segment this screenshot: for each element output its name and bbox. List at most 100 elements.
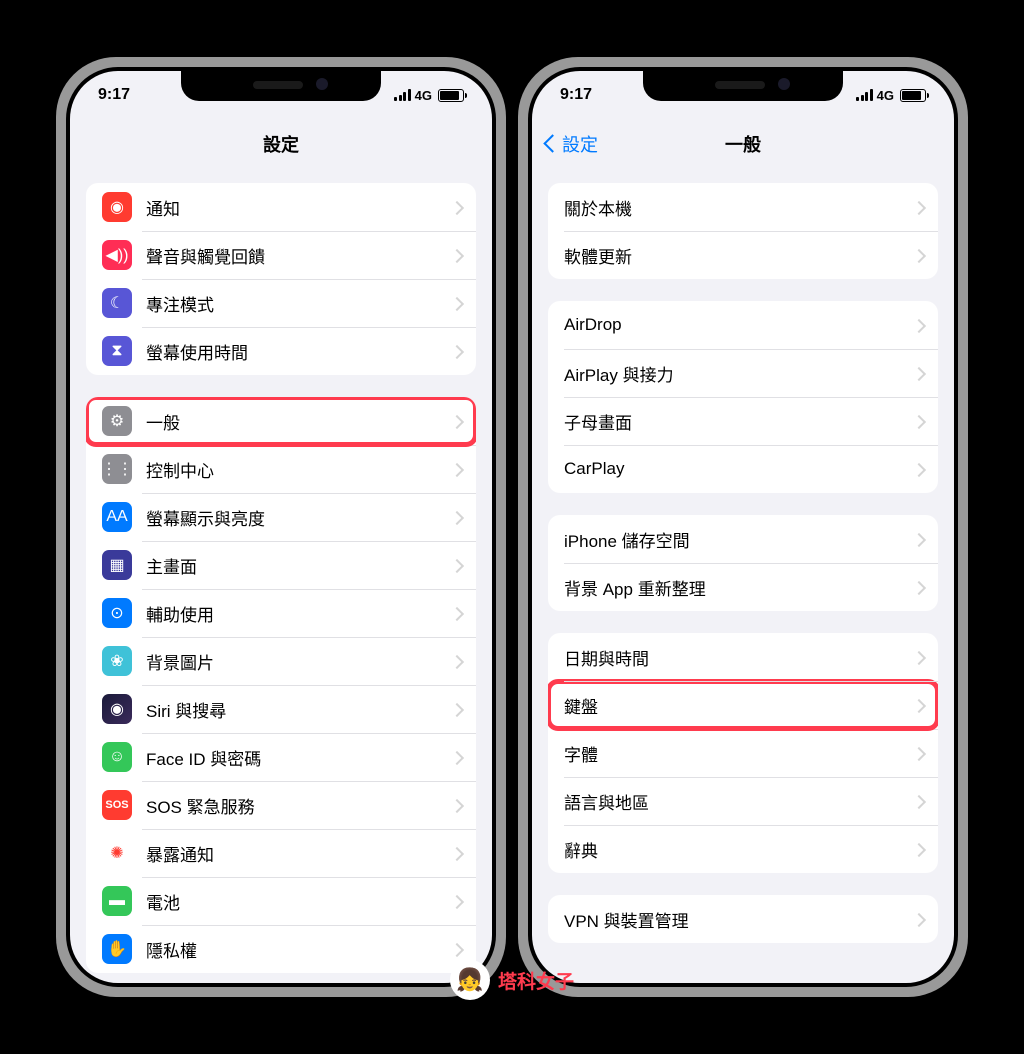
screen-left: 9:17 4G 設定 ◉通知◀))聲音與觸覺回饋☾專注模式⧗螢幕使用時間⚙一般⋮… [70, 71, 492, 983]
settings-row[interactable]: ☾ 專注模式 [86, 279, 476, 327]
page-title: 設定 [263, 131, 299, 157]
general-list[interactable]: 關於本機軟體更新 AirDrop AirPlay 與接力子母畫面 CarPlay iPh… [532, 169, 954, 943]
settings-row[interactable]: 辭典 [548, 825, 938, 873]
settings-row[interactable]: ⋮⋮控制中心 [86, 445, 476, 493]
settings-row[interactable]: 軟體更新 [548, 231, 938, 279]
row-label: 日期與時間 [564, 645, 914, 670]
sound-icon: ◀)) [102, 240, 132, 270]
back-button[interactable]: 設定 [546, 131, 598, 157]
chevron-right-icon [914, 533, 922, 546]
notch [643, 71, 843, 101]
chevron-right-icon [914, 319, 922, 332]
nav-bar: 設定 一般 [532, 119, 954, 169]
settings-row[interactable]: 鍵盤 [548, 681, 938, 729]
watermark: 👧 塔科女子 [450, 960, 574, 1000]
settings-row[interactable]: 字體 [548, 729, 938, 777]
chevron-right-icon [452, 943, 460, 956]
settings-row[interactable]: CarPlay [548, 445, 938, 493]
settings-section: AirDrop AirPlay 與接力子母畫面 CarPlay [548, 301, 938, 493]
phone-right: 9:17 4G 設定 一般 關於本機軟體更新AirDropAirPlay 與接力… [518, 57, 968, 997]
nav-bar: 設定 [70, 119, 492, 169]
row-label: 螢幕顯示與亮度 [146, 505, 452, 530]
settings-row[interactable]: AirDrop [548, 301, 938, 349]
network-label: 4G [877, 88, 894, 103]
row-label: 辭典 [564, 837, 914, 862]
faceid-icon: ☺ [102, 742, 132, 772]
settings-section: 日期與時間鍵盤字體語言與地區辭典 [548, 633, 938, 873]
row-label: 子母畫面 [564, 409, 914, 434]
settings-row[interactable]: ☺ Face ID 與密碼 [86, 733, 476, 781]
row-label: 字體 [564, 741, 914, 766]
chevron-right-icon [914, 795, 922, 808]
chevron-right-icon [452, 799, 460, 812]
settings-row[interactable]: ✋隱私權 [86, 925, 476, 973]
access-icon: ⊙ [102, 598, 132, 628]
row-label: SOS 緊急服務 [146, 793, 452, 818]
settings-row[interactable]: 背景 App 重新整理 [548, 563, 938, 611]
settings-row[interactable]: ◉Siri 與搜尋 [86, 685, 476, 733]
watermark-avatar-icon: 👧 [450, 960, 490, 1000]
chevron-right-icon [452, 703, 460, 716]
settings-section: iPhone 儲存空間背景 App 重新整理 [548, 515, 938, 611]
settings-row[interactable]: VPN 與裝置管理 [548, 895, 938, 943]
settings-row[interactable]: 日期與時間 [548, 633, 938, 681]
row-label: 背景圖片 [146, 649, 452, 674]
chevron-right-icon [914, 699, 922, 712]
notif-icon: ◉ [102, 192, 132, 222]
chevron-left-icon [546, 134, 558, 154]
settings-row[interactable]: ◉通知 [86, 183, 476, 231]
settings-section: ◉通知 ◀)) 聲音與觸覺回饋 ☾ 專注模式 ⧗螢幕使用時間 [86, 183, 476, 375]
settings-row[interactable]: ⧗螢幕使用時間 [86, 327, 476, 375]
chevron-right-icon [452, 751, 460, 764]
row-label: 輔助使用 [146, 601, 452, 626]
settings-row[interactable]: ❀ 背景圖片 [86, 637, 476, 685]
settings-row[interactable]: AirPlay 與接力 [548, 349, 938, 397]
settings-row[interactable]: ✺ 暴露通知 [86, 829, 476, 877]
settings-row[interactable]: ▦主畫面 [86, 541, 476, 589]
settings-row[interactable]: ◀)) 聲音與觸覺回饋 [86, 231, 476, 279]
row-label: 關於本機 [564, 195, 914, 220]
settings-row[interactable]: SOSSOS 緊急服務 [86, 781, 476, 829]
row-label: 背景 App 重新整理 [564, 575, 914, 600]
focus-icon: ☾ [102, 288, 132, 318]
row-label: 隱私權 [146, 937, 452, 962]
phone-bezel: 9:17 4G 設定 一般 關於本機軟體更新AirDropAirPlay 與接力… [528, 67, 958, 987]
chevron-right-icon [452, 415, 460, 428]
network-label: 4G [415, 88, 432, 103]
chevron-right-icon [914, 581, 922, 594]
row-label: Siri 與搜尋 [146, 697, 452, 722]
watermark-text: 塔科女子 [498, 967, 574, 994]
chevron-right-icon [914, 249, 922, 262]
row-label: 暴露通知 [146, 841, 452, 866]
status-right: 4G [394, 88, 464, 103]
signal-icon [394, 89, 411, 101]
chevron-right-icon [452, 249, 460, 262]
chevron-right-icon [914, 367, 922, 380]
signal-icon [856, 89, 873, 101]
settings-row[interactable]: AA 螢幕顯示與亮度 [86, 493, 476, 541]
settings-row[interactable]: iPhone 儲存空間 [548, 515, 938, 563]
chevron-right-icon [914, 201, 922, 214]
chevron-right-icon [452, 847, 460, 860]
row-label: AirDrop [564, 315, 914, 335]
row-label: 聲音與觸覺回饋 [146, 243, 452, 268]
exposure-icon: ✺ [102, 838, 132, 868]
settings-row[interactable]: ▬電池 [86, 877, 476, 925]
settings-row[interactable]: ⊙ 輔助使用 [86, 589, 476, 637]
row-label: AirPlay 與接力 [564, 361, 914, 386]
settings-list[interactable]: ◉通知 ◀)) 聲音與觸覺回饋 ☾ 專注模式 ⧗螢幕使用時間 ⚙一般⋮⋮控制中心 AA 螢幕顯示… [70, 169, 492, 973]
control-icon: ⋮⋮ [102, 454, 132, 484]
row-label: Face ID 與密碼 [146, 745, 452, 770]
battery-icon [900, 89, 926, 102]
chevron-right-icon [452, 201, 460, 214]
row-label: 專注模式 [146, 291, 452, 316]
chevron-right-icon [452, 345, 460, 358]
row-label: CarPlay [564, 459, 914, 479]
settings-row[interactable]: 語言與地區 [548, 777, 938, 825]
chevron-right-icon [914, 651, 922, 664]
settings-row[interactable]: 子母畫面 [548, 397, 938, 445]
settings-row[interactable]: ⚙一般 [86, 397, 476, 445]
display-icon: AA [102, 502, 132, 532]
settings-row[interactable]: 關於本機 [548, 183, 938, 231]
wallpaper-icon: ❀ [102, 646, 132, 676]
